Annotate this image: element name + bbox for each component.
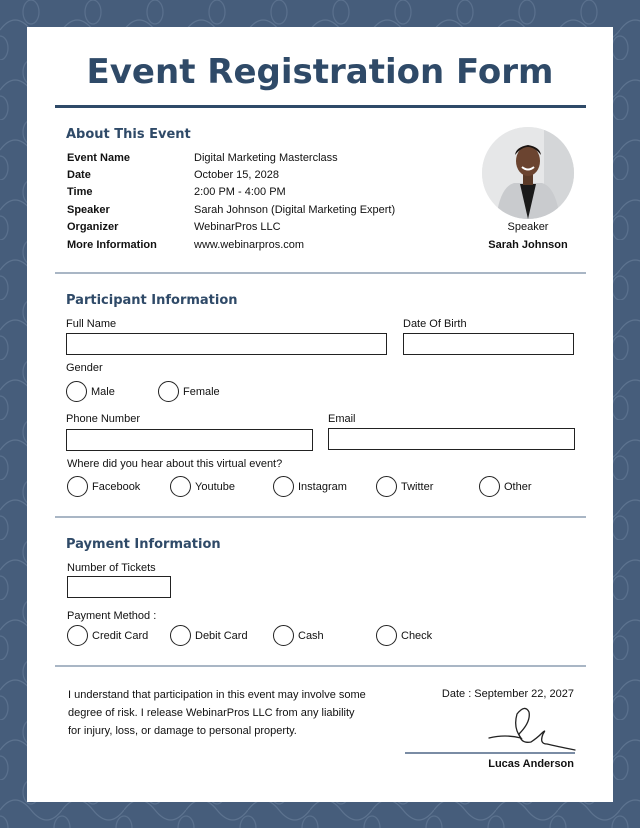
- source-radio-instagram[interactable]: Instagram: [273, 476, 347, 497]
- dob-label: Date Of Birth: [403, 318, 467, 330]
- page-title: Event Registration Form: [86, 52, 554, 92]
- disclaimer-line: for injury, loss, or damage to personal …: [68, 725, 297, 737]
- email-input[interactable]: [328, 428, 575, 450]
- source-radio-facebook[interactable]: Facebook: [67, 476, 140, 497]
- radio-label: Other: [504, 480, 532, 493]
- payment-radio-cash[interactable]: Cash: [273, 625, 324, 646]
- radio-label: Male: [91, 385, 115, 398]
- radio-circle[interactable]: [273, 625, 294, 646]
- payment-radio-credit-card[interactable]: Credit Card: [67, 625, 148, 646]
- tickets-label: Number of Tickets: [67, 562, 156, 574]
- radio-circle[interactable]: [66, 381, 87, 402]
- full-name-input[interactable]: [66, 333, 387, 355]
- radio-label: Credit Card: [92, 629, 149, 642]
- time-value: 2:00 PM - 4:00 PM: [194, 186, 286, 198]
- source-radio-youtube[interactable]: Youtube: [170, 476, 235, 497]
- email-label: Email: [328, 413, 356, 425]
- speaker-photo: [482, 127, 574, 219]
- organizer-label: Organizer: [67, 221, 119, 233]
- date-label: Date: [67, 169, 91, 181]
- source-question: Where did you hear about this virtual ev…: [67, 458, 283, 470]
- more-info-label: More Information: [67, 239, 157, 251]
- radio-label: Facebook: [92, 480, 141, 493]
- payment-radio-check[interactable]: Check: [376, 625, 432, 646]
- phone-input[interactable]: [66, 429, 313, 451]
- organizer-value: WebinarPros LLC: [194, 221, 281, 233]
- more-info-link[interactable]: www.webinarpros.com: [194, 239, 304, 251]
- dob-input[interactable]: [403, 333, 574, 355]
- gender-radio-male[interactable]: Male: [66, 381, 115, 402]
- radio-label: Instagram: [298, 480, 347, 493]
- speaker-value: Sarah Johnson (Digital Marketing Expert): [194, 204, 396, 216]
- section-divider: [55, 665, 586, 667]
- radio-circle[interactable]: [67, 625, 88, 646]
- signature-line: [405, 752, 575, 754]
- date-value: October 15, 2028: [194, 169, 280, 181]
- payment-radio-debit-card[interactable]: Debit Card: [170, 625, 248, 646]
- radio-label: Cash: [298, 629, 324, 642]
- payment-method-label: Payment Method :: [67, 610, 157, 622]
- event-name-label: Event Name: [67, 152, 130, 164]
- person-portrait-icon: [482, 127, 574, 219]
- speaker-name: Sarah Johnson: [488, 239, 568, 251]
- source-radio-twitter[interactable]: Twitter: [376, 476, 433, 497]
- radio-circle[interactable]: [67, 476, 88, 497]
- radio-circle[interactable]: [158, 381, 179, 402]
- speaker-role: Speaker: [507, 221, 549, 233]
- title-divider: [55, 105, 586, 108]
- radio-circle[interactable]: [170, 476, 191, 497]
- full-name-label: Full Name: [66, 318, 117, 330]
- radio-label: Twitter: [401, 480, 434, 493]
- radio-label: Check: [401, 629, 433, 642]
- time-label: Time: [67, 186, 93, 198]
- gender-radio-female[interactable]: Female: [158, 381, 220, 402]
- radio-circle[interactable]: [376, 625, 397, 646]
- speaker-label: Speaker: [67, 204, 110, 216]
- gender-label: Gender: [66, 362, 103, 374]
- radio-label: Female: [183, 385, 220, 398]
- about-heading: About This Event: [66, 127, 191, 142]
- section-divider: [55, 272, 586, 274]
- liability-disclaimer: I understand that participation in this …: [68, 686, 378, 740]
- section-divider: [55, 516, 586, 518]
- radio-circle[interactable]: [376, 476, 397, 497]
- phone-label: Phone Number: [66, 413, 140, 425]
- radio-circle[interactable]: [479, 476, 500, 497]
- radio-label: Debit Card: [195, 629, 248, 642]
- radio-circle[interactable]: [273, 476, 294, 497]
- payment-heading: Payment Information: [66, 537, 221, 552]
- signature-date: Date : September 22, 2027: [441, 688, 574, 700]
- disclaimer-line: I understand that participation in this …: [68, 689, 366, 701]
- source-radio-other[interactable]: Other: [479, 476, 532, 497]
- signature-icon: [488, 707, 576, 751]
- signer-name: Lucas Anderson: [488, 758, 574, 770]
- event-name-value: Digital Marketing Masterclass: [194, 152, 338, 164]
- tickets-input[interactable]: [67, 576, 171, 598]
- disclaimer-line: degree of risk. I release WebinarPros LL…: [68, 707, 355, 719]
- radio-circle[interactable]: [170, 625, 191, 646]
- participant-heading: Participant Information: [66, 293, 238, 308]
- radio-label: Youtube: [195, 480, 235, 493]
